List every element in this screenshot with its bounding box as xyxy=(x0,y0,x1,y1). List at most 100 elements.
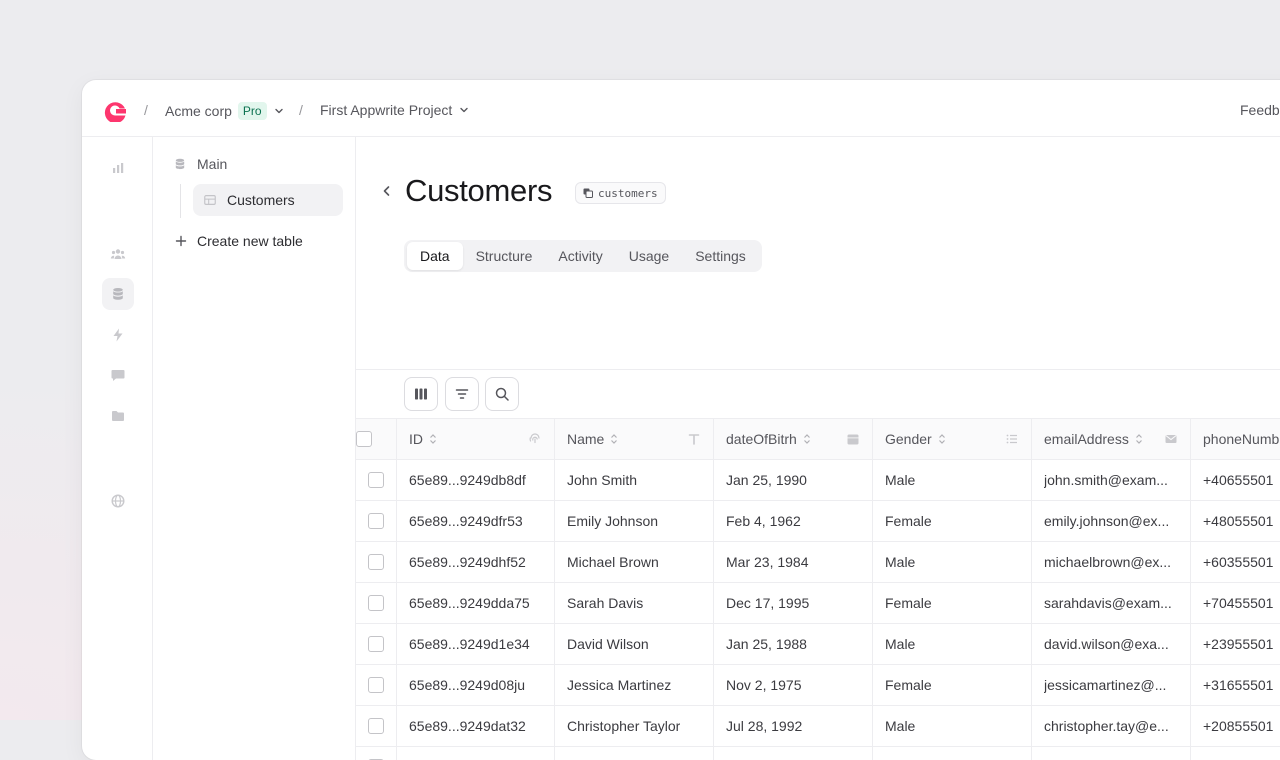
cell-gender[interactable]: Male xyxy=(873,460,1032,500)
table-row[interactable]: 65e89...9249dhf52 Michael Brown Mar 23, 19… xyxy=(356,542,1280,583)
cell-dob[interactable]: Dec 17, 1995 xyxy=(714,583,873,623)
row-checkbox[interactable] xyxy=(368,472,384,488)
row-checkbox[interactable] xyxy=(368,513,384,529)
rail-databases[interactable] xyxy=(102,278,134,310)
column-header-name[interactable]: Name xyxy=(555,419,714,459)
cell-email[interactable]: amanda.rod@exa... xyxy=(1032,747,1191,760)
cell-email[interactable]: david.wilson@exa... xyxy=(1032,624,1191,664)
column-header-gender[interactable]: Gender xyxy=(873,419,1032,459)
cell-id[interactable]: 65e89...9249dhf52 xyxy=(397,542,555,582)
tab-data[interactable]: Data xyxy=(407,242,463,270)
sort-icon[interactable] xyxy=(610,433,618,445)
cell-name[interactable]: Michael Brown xyxy=(555,542,714,582)
cell-dob[interactable]: Jul 28, 1992 xyxy=(714,706,873,746)
cell-email[interactable]: christopher.tay@e... xyxy=(1032,706,1191,746)
search-button[interactable] xyxy=(485,377,519,411)
cell-phone[interactable]: +70455501 xyxy=(1191,583,1280,623)
sidebar-item-customers[interactable]: Customers xyxy=(193,184,343,216)
columns-button[interactable] xyxy=(404,377,438,411)
cell-name[interactable]: Sarah Davis xyxy=(555,583,714,623)
tab-settings[interactable]: Settings xyxy=(682,242,759,270)
cell-phone[interactable]: +60355501 xyxy=(1191,542,1280,582)
select-all-checkbox[interactable] xyxy=(356,431,372,447)
rail-messaging[interactable] xyxy=(102,359,134,391)
table-row[interactable]: 65e89...9249dat32 Christopher Taylor Jul 2… xyxy=(356,706,1280,747)
row-checkbox[interactable] xyxy=(368,554,384,570)
lightning-icon xyxy=(113,328,123,342)
cell-gender[interactable]: Male xyxy=(873,542,1032,582)
cell-id[interactable]: 65e89...9249dat32 xyxy=(397,706,555,746)
cell-id[interactable]: 65e89...9249db8df xyxy=(397,460,555,500)
cell-gender[interactable]: Female xyxy=(873,665,1032,705)
cell-gender[interactable]: Male xyxy=(873,624,1032,664)
cell-phone[interactable]: +20855501 xyxy=(1191,706,1280,746)
feedback-button[interactable]: Feedb xyxy=(1240,102,1280,118)
cell-id[interactable]: 65e89...9249dfr53 xyxy=(397,501,555,541)
cell-phone[interactable]: +31655501 xyxy=(1191,665,1280,705)
rail-overview[interactable] xyxy=(102,152,134,184)
cell-gender[interactable]: Male xyxy=(873,706,1032,746)
table-id-chip[interactable]: customers xyxy=(575,182,666,204)
create-table-button[interactable]: Create new table xyxy=(175,233,303,249)
appwrite-logo-icon[interactable] xyxy=(102,100,128,122)
tab-activity[interactable]: Activity xyxy=(545,242,615,270)
sort-icon[interactable] xyxy=(1135,433,1143,445)
cell-id[interactable]: 65e89...9249dda75 xyxy=(397,583,555,623)
cell-gender[interactable]: Female xyxy=(873,583,1032,623)
cell-gender[interactable]: Female xyxy=(873,501,1032,541)
column-header-email[interactable]: emailAddress xyxy=(1032,419,1191,459)
cell-phone[interactable]: +80855501 xyxy=(1191,747,1280,760)
cell-email[interactable]: jessicamartinez@... xyxy=(1032,665,1191,705)
row-checkbox[interactable] xyxy=(368,718,384,734)
column-header-id[interactable]: ID xyxy=(397,419,555,459)
row-checkbox[interactable] xyxy=(368,636,384,652)
column-header-dob[interactable]: dateOfBitrh xyxy=(714,419,873,459)
cell-dob[interactable]: Jan 25, 1968 xyxy=(714,747,873,760)
database-item-main[interactable]: Main xyxy=(173,156,227,172)
org-switcher[interactable]: Acme corp Pro xyxy=(165,102,285,120)
cell-email[interactable]: sarahdavis@exam... xyxy=(1032,583,1191,623)
cell-phone[interactable]: +40655501 xyxy=(1191,460,1280,500)
cell-id[interactable]: 65e89...9249d1e34 xyxy=(397,624,555,664)
column-header-phone[interactable]: phoneNumb xyxy=(1191,419,1280,459)
sort-icon[interactable] xyxy=(803,433,811,445)
table-row[interactable]: 65e89...9249db8df John Smith Jan 25, 1990 M… xyxy=(356,460,1280,501)
cell-dob[interactable]: Jan 25, 1988 xyxy=(714,624,873,664)
chevron-left-icon[interactable] xyxy=(380,184,394,198)
cell-name[interactable]: Christopher Taylor xyxy=(555,706,714,746)
cell-name[interactable]: Jessica Martinez xyxy=(555,665,714,705)
cell-dob[interactable]: Feb 4, 1962 xyxy=(714,501,873,541)
table-row[interactable]: 65e89...9249d08ju Jessica Martinez Nov 2, … xyxy=(356,665,1280,706)
cell-dob[interactable]: Jan 25, 1990 xyxy=(714,460,873,500)
project-switcher[interactable]: First Appwrite Project xyxy=(320,102,470,118)
cell-name[interactable]: John Smith xyxy=(555,460,714,500)
cell-gender[interactable]: Female xyxy=(873,747,1032,760)
cell-name[interactable]: Emily Johnson xyxy=(555,501,714,541)
cell-name[interactable]: Amanda Rodriguez xyxy=(555,747,714,760)
sort-icon[interactable] xyxy=(938,433,946,445)
row-checkbox[interactable] xyxy=(368,595,384,611)
table-row[interactable]: 65e89...9249d1e34 David Wilson Jan 25, 198… xyxy=(356,624,1280,665)
cell-email[interactable]: john.smith@exam... xyxy=(1032,460,1191,500)
sort-icon[interactable] xyxy=(429,433,437,445)
table-row[interactable]: 65e89...9249dda75 Sarah Davis Dec 17, 1995… xyxy=(356,583,1280,624)
cell-phone[interactable]: +48055501 xyxy=(1191,501,1280,541)
cell-phone[interactable]: +23955501 xyxy=(1191,624,1280,664)
table-row[interactable]: 65e89...9249dfr53 Emily Johnson Feb 4, 196… xyxy=(356,501,1280,542)
cell-email[interactable]: michaelbrown@ex... xyxy=(1032,542,1191,582)
rail-domains[interactable] xyxy=(102,485,134,517)
cell-id[interactable]: 65e89...9249d08ju xyxy=(397,665,555,705)
cell-name[interactable]: David Wilson xyxy=(555,624,714,664)
tab-structure[interactable]: Structure xyxy=(463,242,546,270)
tab-usage[interactable]: Usage xyxy=(616,242,682,270)
cell-dob[interactable]: Nov 2, 1975 xyxy=(714,665,873,705)
cell-email[interactable]: emily.johnson@ex... xyxy=(1032,501,1191,541)
table-row[interactable]: 65e89...9249dzxc9Amanda RodriguezJan 25,… xyxy=(356,747,1280,760)
cell-dob[interactable]: Mar 23, 1984 xyxy=(714,542,873,582)
rail-functions[interactable] xyxy=(102,319,134,351)
rail-auth[interactable] xyxy=(102,238,134,270)
filter-button[interactable] xyxy=(445,377,479,411)
row-checkbox[interactable] xyxy=(368,677,384,693)
rail-storage[interactable] xyxy=(102,400,134,432)
cell-id[interactable]: 65e89...9249dzxc9 xyxy=(397,747,555,760)
